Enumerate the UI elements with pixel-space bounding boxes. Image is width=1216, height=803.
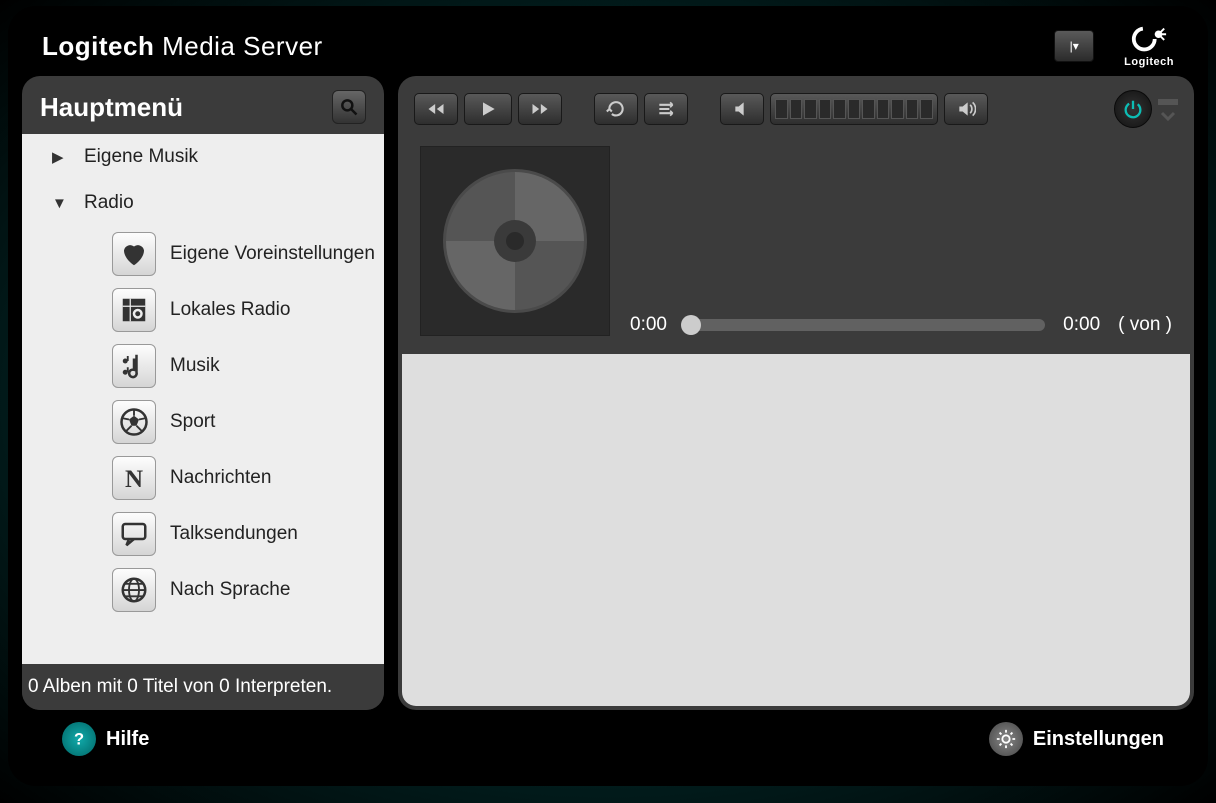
tree-child-label: Lokales Radio [170,299,290,321]
brand-logi: Logitech [42,31,154,61]
time-total: 0:00 [1063,314,1100,336]
forward-icon [530,99,550,119]
tree-child-label: Talksendungen [170,523,298,545]
svg-text:?: ? [74,731,84,749]
app-window: Logitech Media Server | ▾ Logitech Haupt [8,6,1208,786]
chevron-down-icon: ▾ [1073,39,1079,53]
time-elapsed: 0:00 [630,314,667,336]
tree-child-label: Sport [170,411,215,433]
repeat-icon [606,99,626,119]
menu-tree[interactable]: ▶ Eigene Musik ▼ Radio Eigene Voreinstel… [22,134,384,664]
soccer-ball-icon [112,400,156,444]
header-right: | ▾ Logitech [1054,24,1174,68]
tree-child-label: Musik [170,355,220,377]
progress-slider[interactable] [685,319,1045,331]
header: Logitech Media Server | ▾ Logitech [22,16,1194,76]
disc-icon [440,166,590,316]
radio-child-local[interactable]: Lokales Radio [22,282,384,338]
left-panel: Hauptmenü ▶ Eigene Musik ▼ Radio [22,76,384,710]
player-controls [398,76,1194,136]
player-select-dropdown[interactable]: | ▾ [1054,30,1094,62]
tree-item-radio[interactable]: ▼ Radio [22,180,384,226]
repeat-button[interactable] [594,93,638,125]
rewind-icon [426,99,446,119]
volume-down-button[interactable] [720,93,764,125]
power-button[interactable] [1114,90,1152,128]
help-icon: ? [62,722,96,756]
brand-title: Logitech Media Server [42,31,323,62]
album-cover [420,146,610,336]
radio-child-music[interactable]: Musik [22,338,384,394]
logitech-logo: Logitech [1124,24,1174,68]
tree-item-mymusic[interactable]: ▶ Eigene Musik [22,134,384,180]
time-of-label: ( von ) [1118,314,1172,336]
speech-bubble-icon [112,512,156,556]
shuffle-button[interactable] [644,93,688,125]
search-icon [339,97,359,117]
volume-up-button[interactable] [944,93,988,125]
radio-child-presets[interactable]: Eigene Voreinstellungen [22,226,384,282]
volume-low-icon [732,99,752,119]
power-icon [1122,98,1144,120]
settings-label: Einstellungen [1033,728,1164,751]
radio-child-sport[interactable]: Sport [22,394,384,450]
globe-icon [112,568,156,612]
radio-child-news[interactable]: N Nachrichten [22,450,384,506]
footer: ? Hilfe Einstellungen [22,710,1194,764]
chevron-down-icon [1160,111,1176,121]
library-status: 0 Alben mit 0 Titel von 0 Interpreten. [22,664,384,710]
brand-ms: Media Server [162,31,323,61]
shuffle-icon [656,99,676,119]
radio-child-language[interactable]: Nach Sprache [22,562,384,618]
map-pin-icon [112,288,156,332]
volume-high-icon [956,99,976,119]
left-panel-header: Hauptmenü [22,76,384,134]
heart-icon [112,232,156,276]
search-button[interactable] [332,90,366,124]
logitech-logo-icon [1130,24,1168,54]
radio-child-talk[interactable]: Talksendungen [22,506,384,562]
next-button[interactable] [518,93,562,125]
tree-label: Eigene Musik [84,146,198,168]
bar-icon [1158,97,1178,107]
tree-child-label: Nachrichten [170,467,271,489]
tree-child-label: Eigene Voreinstellungen [170,243,375,265]
settings-link[interactable]: Einstellungen [989,722,1164,756]
menu-title: Hauptmenü [40,92,183,123]
tree-child-label: Nach Sprache [170,579,290,601]
volume-slider[interactable] [770,93,938,125]
help-link[interactable]: ? Hilfe [62,722,149,756]
playlist-collapse-toggle[interactable] [1158,97,1178,121]
main-panels: Hauptmenü ▶ Eigene Musik ▼ Radio [22,76,1194,710]
right-panel: 0:00 0:00 ( von ) [398,76,1194,710]
tree-label: Radio [84,192,134,214]
chevron-right-icon: ▶ [52,148,70,166]
now-playing-row: 0:00 0:00 ( von ) [398,136,1194,354]
logo-text: Logitech [1124,56,1174,68]
playlist-area [402,354,1190,706]
prev-button[interactable] [414,93,458,125]
music-notes-icon [112,344,156,388]
gear-icon [989,722,1023,756]
newspaper-icon: N [112,456,156,500]
time-row: 0:00 0:00 ( von ) [630,314,1172,336]
svg-text:N: N [125,466,143,493]
play-button[interactable] [464,93,512,125]
chevron-down-icon: ▼ [52,195,70,212]
help-label: Hilfe [106,728,149,751]
play-icon [478,99,498,119]
